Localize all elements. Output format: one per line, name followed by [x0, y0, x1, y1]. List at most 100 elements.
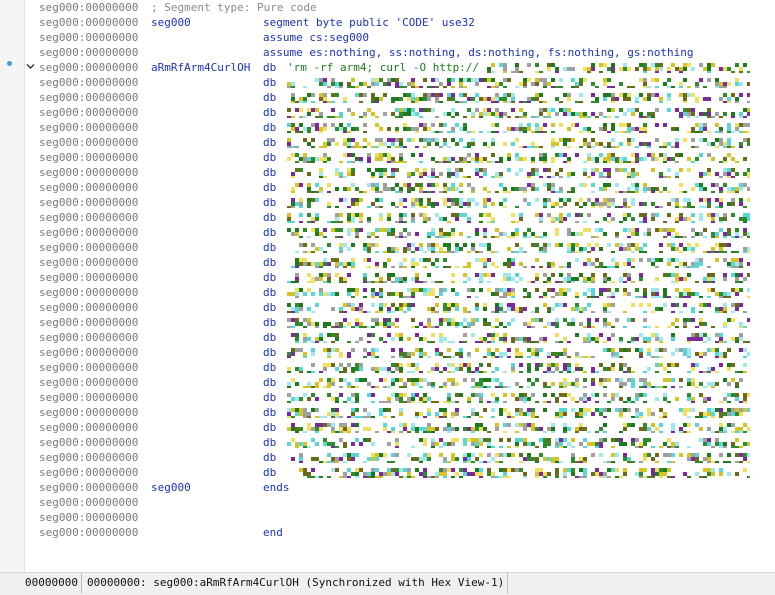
line-address: seg000:00000000: [39, 406, 139, 419]
line-address: seg000:00000000: [39, 136, 139, 149]
obfuscated-bytes-pixelation: [287, 393, 750, 403]
line-label[interactable]: seg000: [151, 15, 191, 30]
line-address: seg000:00000000: [39, 226, 139, 239]
obfuscated-bytes-pixelation: [287, 333, 750, 343]
obfuscated-bytes-pixelation: [287, 168, 750, 178]
line-address: seg000:00000000: [39, 151, 139, 164]
line-instruction: db: [263, 136, 277, 149]
line-address: seg000:00000000: [39, 316, 139, 329]
line-address: seg000:00000000: [39, 421, 139, 434]
line-instruction: db: [263, 346, 277, 359]
line-address: seg000:00000000: [39, 346, 139, 359]
line-address: seg000:00000000: [39, 361, 139, 374]
line-instruction: db: [263, 316, 277, 329]
line-instruction: db: [263, 376, 277, 389]
line-instruction: db: [263, 211, 277, 224]
obfuscated-bytes-pixelation: [287, 243, 750, 253]
line-instruction: db: [263, 76, 277, 89]
line-instruction: db: [263, 271, 277, 284]
line-instruction: db: [263, 181, 277, 194]
line-address: seg000:00000000: [39, 211, 139, 224]
status-offset: 00000000: [22, 573, 82, 593]
obfuscated-bytes-pixelation: [287, 378, 750, 388]
line-address: seg000:00000000: [39, 61, 139, 74]
line-address: seg000:00000000: [39, 1, 139, 14]
line-instruction: db: [263, 361, 277, 374]
line-label[interactable]: aRmRfArm4CurlOH: [151, 60, 250, 75]
obfuscated-bytes-pixelation: [287, 468, 750, 478]
obfuscated-bytes-pixelation: [287, 258, 750, 268]
line-instruction: assume cs:seg000: [263, 31, 369, 44]
line-address: seg000:00000000: [39, 196, 139, 209]
line-instruction: db: [263, 451, 277, 464]
line-instruction: db: [263, 331, 277, 344]
line-comment: ; Segment type: Pure code: [151, 1, 317, 14]
status-location: 00000000: seg000:aRmRfArm4CurlOH (Synchr…: [84, 573, 509, 593]
line-instruction: db: [263, 121, 277, 134]
line-label[interactable]: seg000: [151, 480, 191, 495]
obfuscated-bytes-pixelation: [287, 453, 750, 463]
line-instruction: db: [263, 61, 277, 74]
line-address: seg000:00000000: [39, 466, 139, 479]
line-address: seg000:00000000: [39, 376, 139, 389]
line-address: seg000:00000000: [39, 331, 139, 344]
line-address: seg000:00000000: [39, 91, 139, 104]
line-address: seg000:00000000: [39, 271, 139, 284]
obfuscated-bytes-pixelation: [287, 408, 750, 418]
line-instruction: db: [263, 241, 277, 254]
line-instruction: db: [263, 466, 277, 479]
line-instruction: db: [263, 256, 277, 269]
line-instruction: db: [263, 166, 277, 179]
line-instruction: db: [263, 91, 277, 104]
obfuscated-bytes-pixelation: [287, 288, 750, 298]
line-instruction: db: [263, 226, 277, 239]
line-address: seg000:00000000: [39, 121, 139, 134]
obfuscated-bytes-pixelation: [287, 138, 750, 148]
line-address: seg000:00000000: [39, 451, 139, 464]
line-instruction: db: [263, 301, 277, 314]
line-address: seg000:00000000: [39, 286, 139, 299]
line-instruction: db: [263, 196, 277, 209]
obfuscated-bytes-pixelation: [287, 303, 750, 313]
obfuscated-bytes-pixelation: [287, 423, 750, 433]
line-instruction: db: [263, 421, 277, 434]
obfuscated-bytes-pixelation: [287, 273, 750, 283]
line-instruction: segment byte public 'CODE' use32: [263, 16, 475, 29]
obfuscated-bytes-pixelation: [287, 78, 750, 88]
line-address: seg000:00000000: [39, 16, 139, 29]
obfuscated-bytes-pixelation: [287, 63, 750, 73]
obfuscated-bytes-pixelation: [287, 93, 750, 103]
line-instruction: assume es:nothing, ss:nothing, ds:nothin…: [263, 46, 694, 59]
line-instruction: db: [263, 151, 277, 164]
line-address: seg000:00000000: [39, 241, 139, 254]
line-address: seg000:00000000: [39, 301, 139, 314]
obfuscated-bytes-pixelation: [287, 228, 750, 238]
line-address: seg000:00000000: [39, 481, 139, 494]
line-address: seg000:00000000: [39, 181, 139, 194]
obfuscated-bytes-pixelation: [287, 318, 750, 328]
line-address: seg000:00000000: [39, 46, 139, 59]
line-address: seg000:00000000: [39, 496, 139, 509]
line-address: seg000:00000000: [39, 526, 139, 539]
line-address: seg000:00000000: [39, 511, 139, 524]
obfuscated-bytes-pixelation: [287, 363, 750, 373]
obfuscated-bytes-pixelation: [287, 213, 750, 223]
obfuscated-bytes-pixelation: [287, 348, 750, 358]
line-address: seg000:00000000: [39, 166, 139, 179]
disassembly-listing[interactable]: seg000:00000000 ; Segment type: Pure code…: [0, 0, 775, 572]
obfuscated-bytes-pixelation: [287, 183, 750, 193]
obfuscated-bytes-pixelation: [287, 153, 750, 163]
line-address: seg000:00000000: [39, 391, 139, 404]
line-address: seg000:00000000: [39, 256, 139, 269]
line-instruction: db: [263, 406, 277, 419]
line-instruction: db: [263, 391, 277, 404]
line-instruction: db: [263, 436, 277, 449]
line-instruction: ends: [263, 481, 290, 494]
obfuscated-bytes-pixelation: [287, 123, 750, 133]
line-address: seg000:00000000: [39, 31, 139, 44]
obfuscated-bytes-pixelation: [287, 108, 750, 118]
line-instruction: end: [263, 526, 283, 539]
obfuscated-bytes-pixelation: [287, 438, 750, 448]
status-bar: 00000000 00000000: seg000:aRmRfArm4CurlO…: [0, 572, 775, 595]
obfuscated-bytes-pixelation: [287, 198, 750, 208]
